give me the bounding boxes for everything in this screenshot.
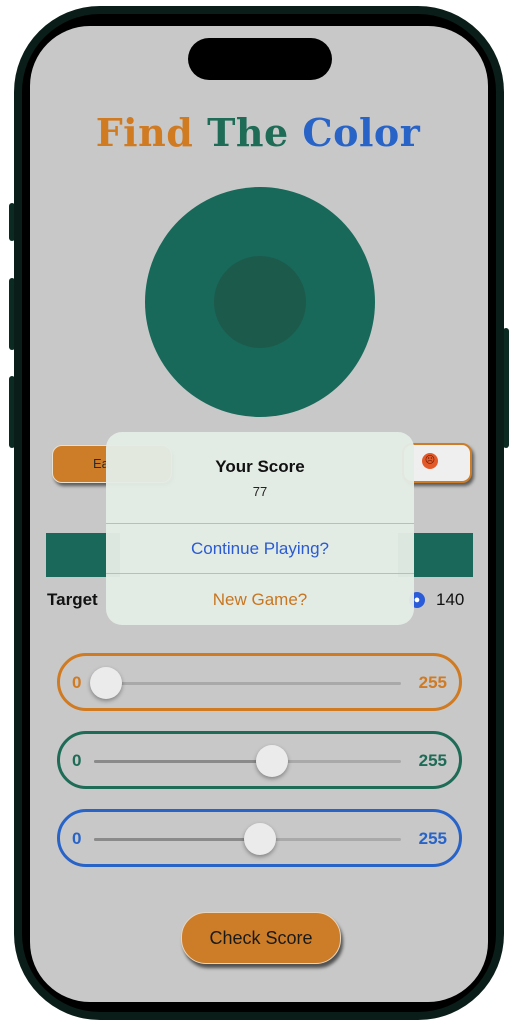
red-slider-thumb[interactable] bbox=[90, 667, 123, 699]
blue-slider-min: 0 bbox=[72, 829, 82, 848]
blue-slider: 0 255 bbox=[57, 809, 462, 867]
blue-slider-track[interactable] bbox=[94, 823, 401, 855]
title-word-the: The bbox=[207, 110, 289, 155]
red-slider: 0 255 bbox=[57, 653, 462, 711]
alert-title: Your Score bbox=[215, 457, 305, 476]
score-alert: Your Score 77 Continue Playing? New Game… bbox=[106, 432, 414, 625]
title-word-color: Color bbox=[302, 110, 421, 155]
green-slider-max: 255 bbox=[418, 751, 447, 770]
green-slider-fill bbox=[94, 760, 273, 763]
blue-slider-fill bbox=[94, 838, 260, 841]
alert-score-value: 77 bbox=[252, 484, 268, 499]
check-score-button[interactable]: Check Score bbox=[181, 912, 341, 964]
title-word-find: Find bbox=[95, 110, 194, 155]
red-slider-min: 0 bbox=[72, 673, 82, 692]
red-slider-max: 255 bbox=[418, 673, 447, 692]
continue-playing-button[interactable]: Continue Playing? bbox=[106, 524, 414, 573]
red-slider-track[interactable] bbox=[90, 667, 401, 699]
green-slider-track[interactable] bbox=[94, 745, 401, 777]
new-game-button[interactable]: New Game? bbox=[106, 574, 414, 625]
target-label: Target bbox=[47, 590, 98, 609]
blue-slider-thumb[interactable] bbox=[243, 823, 276, 855]
green-slider-min: 0 bbox=[72, 751, 82, 770]
dynamic-island bbox=[188, 38, 332, 80]
green-slider-thumb[interactable] bbox=[256, 745, 289, 777]
target-value: 140 bbox=[436, 590, 465, 609]
green-slider: 0 255 bbox=[57, 731, 462, 789]
blue-slider-max: 255 bbox=[418, 829, 447, 848]
angry-face-icon: ☹ bbox=[422, 453, 438, 469]
app-title: Find The Color bbox=[0, 110, 516, 155]
guess-color-circle bbox=[214, 256, 306, 348]
